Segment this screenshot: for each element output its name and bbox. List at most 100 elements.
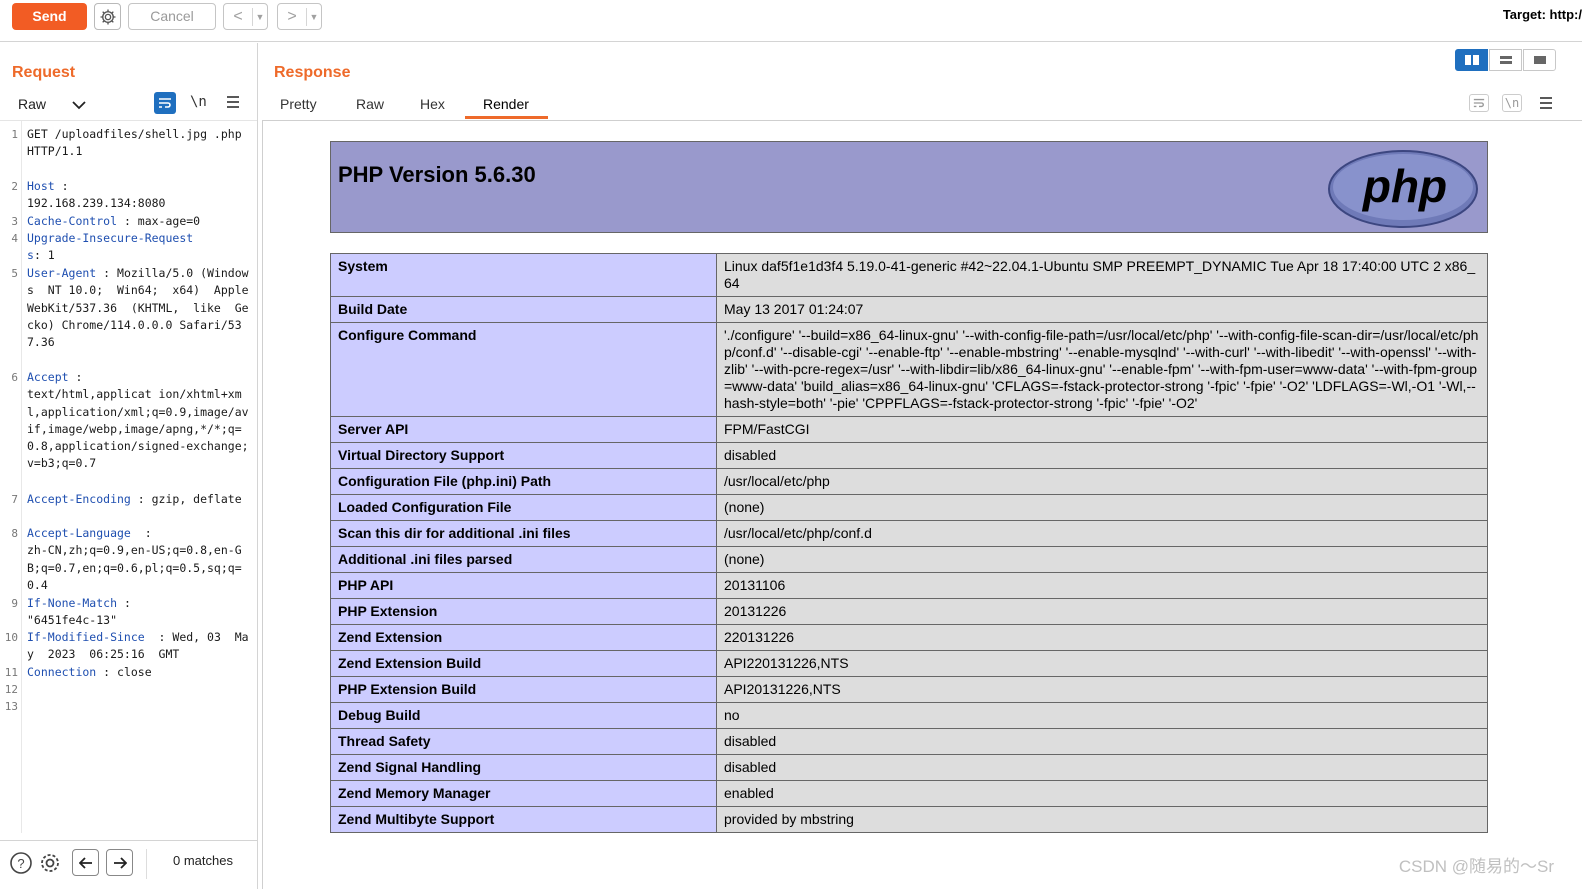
- header-value: : max-age=0: [117, 214, 201, 228]
- phpinfo-row: System Linux daf5f1e1d3f4 5.19.0-41-gener…: [330, 253, 1488, 297]
- phpinfo-row: Loaded Configuration File (none): [330, 494, 1488, 521]
- line-number: 10: [4, 631, 18, 644]
- next-match-button[interactable]: [106, 849, 133, 876]
- phpinfo-row: Zend Multibyte Support provided by mbstri…: [330, 806, 1488, 833]
- previous-match-button[interactable]: [72, 849, 99, 876]
- phpinfo-value: FPM/FastCGI: [716, 416, 1488, 443]
- show-newlines-toggle[interactable]: \n: [190, 94, 207, 110]
- phpinfo-key: Scan this dir for additional .ini files: [330, 520, 717, 547]
- response-word-wrap-toggle[interactable]: [1469, 94, 1489, 112]
- tab-pretty[interactable]: Pretty: [280, 96, 317, 112]
- phpinfo-value: May 13 2017 01:24:07: [716, 296, 1488, 323]
- phpinfo-table: System Linux daf5f1e1d3f4 5.19.0-41-gener…: [330, 253, 1488, 833]
- layout-single-button[interactable]: [1523, 49, 1556, 71]
- phpinfo-value: API20131226,NTS: [716, 676, 1488, 703]
- hamburger-menu-icon: [227, 96, 239, 108]
- line-text: Upgrade-Insecure-Request s: 1: [27, 230, 252, 265]
- phpinfo-key: Zend Signal Handling: [330, 754, 717, 781]
- line-number: 6: [11, 371, 18, 384]
- header-value: : gzip, deflate: [130, 492, 242, 506]
- request-options-menu[interactable]: [226, 96, 240, 108]
- rows-layout-icon: [1499, 56, 1512, 64]
- phpinfo-key: Server API: [330, 416, 717, 443]
- tab-raw[interactable]: Raw: [356, 96, 384, 112]
- forward-nav-group: > ▼: [277, 3, 322, 30]
- top-toolbar: Send Cancel < ▼ > ▼ Target: http:/: [0, 0, 1582, 42]
- phpinfo-row: Server API FPM/FastCGI: [330, 416, 1488, 443]
- search-settings-gear-icon[interactable]: [38, 851, 62, 875]
- header-name: Cache-Control: [27, 214, 118, 228]
- line-number: 2: [11, 180, 18, 193]
- line-text: GET /uploadfiles/shell.jpg .php HTTP/1.1: [27, 126, 252, 161]
- header-name: User-Agent: [27, 266, 97, 280]
- phpinfo-value: 220131226: [716, 624, 1488, 651]
- phpinfo-value: 20131106: [716, 572, 1488, 599]
- line-number: 7: [11, 493, 18, 506]
- line-text: Accept-Encoding : gzip, deflate: [27, 491, 252, 508]
- phpinfo-row: PHP Extension Build API20131226,NTS: [330, 676, 1488, 703]
- phpinfo-row: Scan this dir for additional .ini files /…: [330, 520, 1488, 547]
- wrap-lines-icon: [159, 98, 171, 108]
- response-options-menu[interactable]: [1539, 97, 1553, 109]
- phpinfo-key: PHP Extension Build: [330, 676, 717, 703]
- gear-icon: [100, 9, 115, 24]
- back-history-dropdown[interactable]: ▼: [252, 7, 267, 26]
- phpinfo-key: Loaded Configuration File: [330, 494, 717, 521]
- header-name: Accept-Encoding: [27, 492, 131, 506]
- line-number: 1: [11, 128, 18, 141]
- phpinfo-key: Virtual Directory Support: [330, 442, 717, 469]
- forward-history-dropdown[interactable]: ▼: [306, 7, 321, 26]
- phpinfo-key: Build Date: [330, 296, 717, 323]
- hamburger-menu-icon: [1540, 97, 1552, 109]
- view-mode-dropdown[interactable]: [71, 98, 87, 116]
- render-view[interactable]: PHP Version 5.6.30 php System Linux daf5f…: [262, 120, 1582, 889]
- word-wrap-toggle[interactable]: [154, 92, 176, 114]
- phpinfo-row: Zend Extension Build API220131226,NTS: [330, 650, 1488, 677]
- phpinfo-key: PHP Extension: [330, 598, 717, 625]
- arrow-right-icon: [113, 856, 127, 869]
- phpinfo-row: Thread Safety disabled: [330, 728, 1488, 755]
- line-number: 9: [11, 597, 18, 610]
- send-button[interactable]: Send: [12, 3, 87, 30]
- phpinfo-value: 20131226: [716, 598, 1488, 625]
- header-name: If-Modified-Since: [27, 630, 145, 644]
- phpinfo-value: provided by mbstring: [716, 806, 1488, 833]
- layout-side-by-side-button[interactable]: [1455, 49, 1488, 71]
- tab-hex[interactable]: Hex: [420, 96, 445, 112]
- response-newlines-toggle[interactable]: \n: [1502, 94, 1522, 112]
- forward-button[interactable]: >: [278, 8, 306, 26]
- request-view-mode[interactable]: Raw: [18, 96, 46, 112]
- layout-stacked-button[interactable]: [1489, 49, 1522, 71]
- phpinfo-key: Zend Multibyte Support: [330, 806, 717, 833]
- target-label[interactable]: Target: http:/: [1503, 7, 1582, 22]
- phpinfo-row: Additional .ini files parsed (none): [330, 546, 1488, 573]
- line-text: Accept : text/html,applicat ion/xhtml+xm…: [27, 369, 252, 473]
- phpinfo-key: Additional .ini files parsed: [330, 546, 717, 573]
- phpinfo-value: /usr/local/etc/php: [716, 468, 1488, 495]
- line-number: 8: [11, 527, 18, 540]
- header-value: : 1: [33, 248, 55, 263]
- cancel-button[interactable]: Cancel: [128, 3, 216, 30]
- svg-text:?: ?: [17, 856, 24, 871]
- line-number: 12: [4, 683, 18, 696]
- back-button[interactable]: <: [224, 8, 252, 26]
- phpinfo-value: disabled: [716, 754, 1488, 781]
- settings-button[interactable]: [94, 3, 121, 30]
- back-nav-group: < ▼: [223, 3, 268, 30]
- single-panel-icon: [1533, 56, 1546, 64]
- phpinfo-row: Zend Extension 220131226: [330, 624, 1488, 651]
- line-number: 3: [11, 215, 18, 228]
- phpinfo-row: PHP API 20131106: [330, 572, 1488, 599]
- response-title: Response: [274, 64, 351, 81]
- line-text: Accept-Language : zh-CN,zh;q=0.9,en-US;q…: [27, 525, 252, 594]
- request-title: Request: [12, 64, 76, 81]
- php-logo-icon: php: [1328, 150, 1478, 228]
- phpinfo-row: Build Date May 13 2017 01:24:07: [330, 296, 1488, 323]
- tab-render[interactable]: Render: [483, 96, 529, 112]
- phpinfo-value: (none): [716, 494, 1488, 521]
- wrap-lines-icon: [1473, 98, 1485, 108]
- phpinfo-row: Debug Build no: [330, 702, 1488, 729]
- phpinfo-key: Configuration File (php.ini) Path: [330, 468, 717, 495]
- request-editor[interactable]: 1 GET /uploadfiles/shell.jpg .php HTTP/1.…: [0, 120, 257, 833]
- help-icon[interactable]: ?: [9, 851, 33, 875]
